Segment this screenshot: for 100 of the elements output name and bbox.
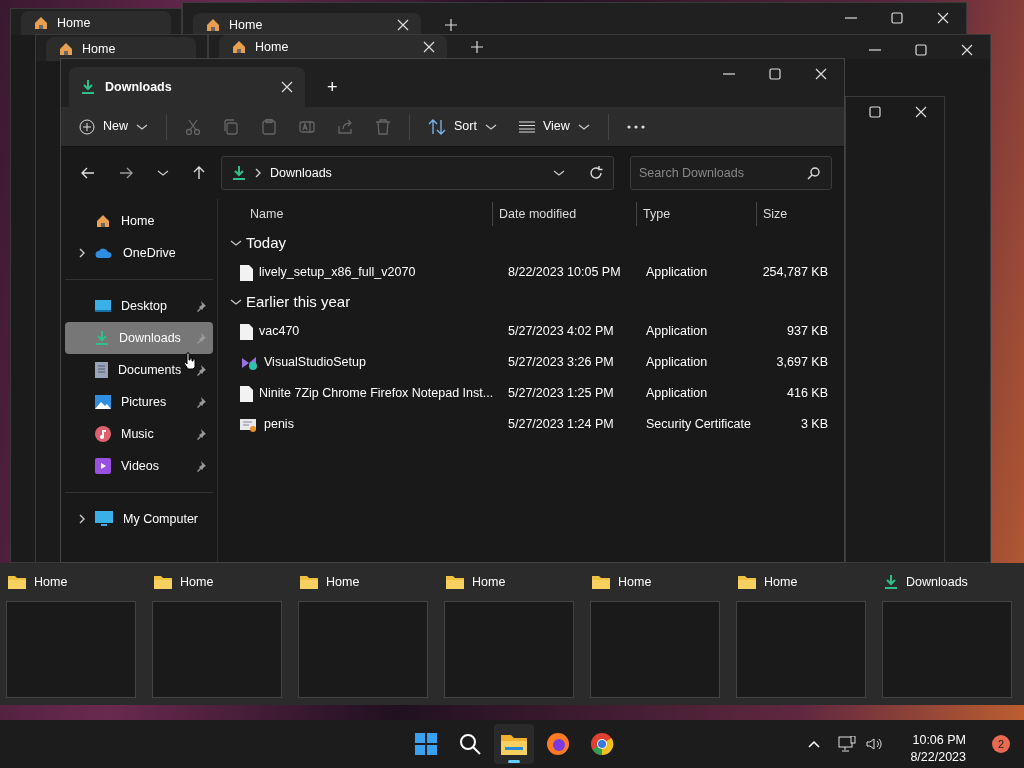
sidebar-item[interactable]: Music [65,418,213,450]
folder-app-icon[interactable] [494,724,534,764]
volume-icon[interactable] [866,737,885,751]
maximize-icon [915,44,927,56]
close-icon[interactable] [423,41,435,53]
chevron-down-icon [230,239,242,247]
window-tab[interactable]: Home [219,35,447,59]
window-title[interactable]: Downloads [906,572,968,592]
caret-icon [484,122,497,131]
minimize-icon [845,17,857,19]
maximize-icon [891,12,903,24]
notification-badge[interactable]: 2 [992,735,1010,753]
table-cell: 5/27/2023 1:25 PM [508,386,614,401]
sidebar-item[interactable]: OneDrive [65,237,213,269]
table-cell: 8/22/2023 10:05 PM [508,265,621,280]
rename-icon [299,118,315,135]
download-icon [232,165,246,181]
pin-icon[interactable] [195,396,207,408]
window-title[interactable]: Home [618,572,652,592]
download-icon [884,574,898,590]
house-icon [33,15,49,31]
file-icon [240,323,253,340]
house-icon [231,39,247,55]
table-cell: 416 KB [787,386,828,401]
sidebar-item[interactable]: Videos [65,450,213,482]
file-name[interactable]: vac470 [259,322,300,341]
column-header[interactable]: Type [643,204,671,224]
table-cell: Application [646,324,708,339]
window-title[interactable]: Home [34,572,68,592]
close-icon[interactable] [281,81,293,93]
table-cell: 3,697 KB [776,355,828,370]
close-icon [961,44,973,56]
window-tab[interactable]: Home [21,11,171,35]
file-name[interactable]: lively_setup_x86_full_v2070 [259,263,416,282]
address-bar[interactable]: Downloads [221,156,614,190]
new-button[interactable]: New [71,110,156,143]
window-title[interactable]: Home [472,572,506,592]
table-cell: 937 KB [787,324,828,339]
window-title[interactable]: Home [764,572,798,592]
pin-icon[interactable] [195,300,207,312]
clock-button[interactable]: 10:06 PM 8/22/2023 [902,728,974,760]
chevron-right-icon[interactable] [78,513,86,525]
window-title[interactable]: Home [180,572,214,592]
minimize-icon [869,49,881,51]
back-icon [81,167,95,179]
sidebar-item[interactable]: Pictures [65,386,213,418]
window-tab[interactable]: Home [46,37,196,61]
window-tab[interactable]: Home [193,13,421,37]
hand-cursor-icon [183,352,197,370]
plus-icon[interactable] [471,41,483,53]
column-header[interactable]: Date modified [499,204,577,224]
window-tab[interactable]: Downloads [69,67,305,107]
sidebar-item[interactable]: Downloads [65,322,213,354]
sidebar-item[interactable]: Home [65,205,213,237]
forward-icon [119,167,133,179]
table-cell: Security Certificate [646,417,751,432]
start-icon [415,733,437,755]
picture-icon [95,395,111,409]
pin-icon[interactable] [195,428,207,440]
view-button[interactable]: View [510,110,598,143]
sidebar-item[interactable]: My Computer [65,503,213,535]
firefox-icon [546,732,570,756]
search-field[interactable]: Search Downloads [630,156,832,190]
table-cell: 5/27/2023 3:26 PM [508,355,614,370]
network-icon[interactable] [838,736,857,752]
refresh-icon[interactable] [589,166,603,180]
group-header[interactable]: Today [226,229,293,257]
cut-icon [185,118,201,135]
table-cell: 5/27/2023 4:02 PM [508,324,614,339]
file-icon [240,264,253,281]
close-icon[interactable] [397,19,409,31]
pin-icon[interactable] [195,364,207,376]
pin-icon[interactable] [195,460,207,472]
folder-icon [154,575,172,589]
folder-icon [501,733,527,755]
file-name[interactable]: penis [264,415,294,434]
group-header[interactable]: Earlier this year [226,288,357,316]
table-cell: 5/27/2023 1:24 PM [508,417,614,432]
plus-icon[interactable] [445,19,457,31]
minimize-icon [723,73,735,75]
maximize-icon [869,106,881,118]
search-icon [807,167,820,180]
window-title[interactable]: Home [326,572,360,592]
sort-button[interactable]: Sort [420,110,505,143]
house-icon [95,213,111,229]
sort-arrows-icon [428,118,446,135]
search-icon [459,733,481,755]
new-tab-button[interactable]: + [319,71,346,103]
music-note-icon [95,426,111,442]
chevron-right-icon[interactable] [78,247,86,259]
table-cell: 3 KB [800,417,828,432]
dropdown-icon[interactable] [553,169,565,177]
column-header[interactable]: Name [250,204,284,224]
sidebar-item[interactable]: Desktop [65,290,213,322]
file-name[interactable]: Ninite 7Zip Chrome Firefox Notepad Inst... [259,384,494,403]
table-cell: Application [646,355,708,370]
column-header[interactable]: Size [763,204,788,224]
cloud-icon [95,247,113,259]
file-name[interactable]: VisualStudioSetup [264,353,366,372]
document-icon [95,362,108,378]
